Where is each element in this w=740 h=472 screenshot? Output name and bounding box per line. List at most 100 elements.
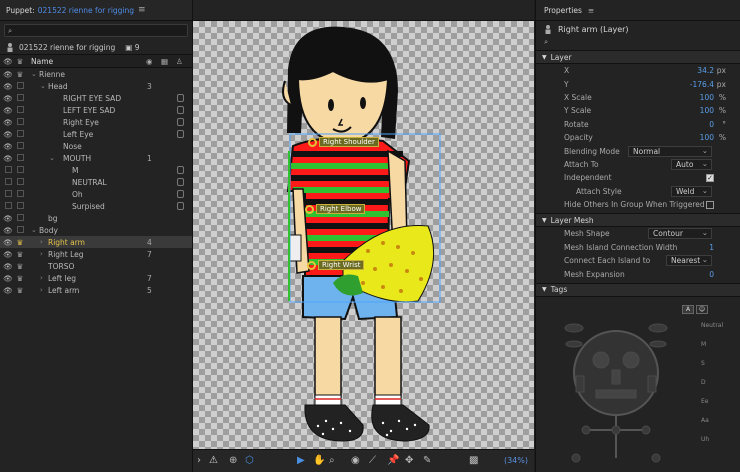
right-wrist-handle[interactable]: Right Wrist <box>307 260 365 270</box>
eye-icon[interactable]: 👁 <box>3 118 13 127</box>
layer-row[interactable]: NEUTRAL <box>0 176 192 188</box>
chevron-down-icon[interactable]: ⌄ <box>31 226 37 234</box>
stage-canvas[interactable]: Right Shoulder Right Elbow Right Wrist <box>193 21 534 449</box>
layer-row[interactable]: 👁 ⌄ MOUTH 1 <box>0 152 192 164</box>
search-icon[interactable]: ⌕ <box>536 37 740 50</box>
layer-row[interactable]: 👁 ⌄ Head 3 <box>0 80 192 92</box>
draw-tool-icon[interactable]: ✎ <box>423 455 431 466</box>
chevron-right-icon[interactable]: › <box>40 238 43 246</box>
tag-item[interactable]: Neutral <box>701 322 723 329</box>
layer-section-header[interactable]: ▼ Layer <box>536 50 740 64</box>
crown-box[interactable] <box>15 225 25 235</box>
independent-checkbox[interactable]: ✓ <box>706 173 714 182</box>
chevron-down-icon[interactable]: ⌄ <box>31 70 37 78</box>
trigger-icon[interactable] <box>177 94 184 102</box>
layer-row[interactable]: 👁 Right Eye <box>0 116 192 128</box>
trigger-icon[interactable] <box>177 178 184 186</box>
crown-icon[interactable]: ♛ <box>15 274 25 283</box>
crown-box[interactable] <box>15 153 25 163</box>
tag-item[interactable]: M <box>701 341 706 348</box>
layer-row[interactable]: 👁 ♛ TORSO <box>0 260 192 272</box>
zoom-tool-icon[interactable]: ⌕ <box>329 455 335 466</box>
crown-icon[interactable]: ♛ <box>15 70 25 79</box>
name-column-header[interactable]: Name <box>31 57 53 66</box>
layer-row[interactable]: M <box>0 164 192 176</box>
hand-tool-icon[interactable]: ✋ <box>313 455 325 466</box>
trigger-icon[interactable] <box>177 166 184 174</box>
tag-face-button[interactable]: ☺ <box>696 305 708 314</box>
visibility-box[interactable] <box>3 165 13 175</box>
tag-item[interactable]: S <box>701 360 705 367</box>
layer-row[interactable]: 👁 ♛ › Left leg 7 <box>0 272 192 284</box>
trigger-icon[interactable] <box>177 106 184 114</box>
crown-icon[interactable]: ♛ <box>15 238 25 247</box>
crown-box[interactable] <box>15 201 25 211</box>
eye-icon[interactable]: 👁 <box>3 214 13 223</box>
chevron-right-icon[interactable]: › <box>40 250 43 258</box>
right-shoulder-handle[interactable]: Right Shoulder <box>308 137 379 147</box>
layer-row[interactable]: 👁 ♛ › Right Leg 7 <box>0 248 192 260</box>
tag-item[interactable]: D <box>701 379 706 386</box>
crown-box[interactable] <box>15 189 25 199</box>
mesh-expansion-value[interactable]: 0 <box>709 270 714 279</box>
layer-row[interactable]: 👁 ♛ › Right arm 4 <box>0 236 192 248</box>
eye-icon[interactable]: 👁 <box>3 262 13 271</box>
panel-menu-icon[interactable]: ≡ <box>588 6 594 15</box>
property-value[interactable]: 0 <box>709 120 714 129</box>
layer-row[interactable]: 👁 Nose <box>0 140 192 152</box>
crown-box[interactable] <box>15 105 25 115</box>
dragger-tool-icon[interactable]: ✥ <box>405 455 413 466</box>
mesh-icon[interactable]: ⬡ <box>245 455 254 466</box>
property-value[interactable]: -176.4 <box>690 80 714 89</box>
layer-row[interactable]: 👁 bg <box>0 212 192 224</box>
properties-tab[interactable]: Properties ≡ <box>536 0 740 21</box>
trigger-icon[interactable] <box>177 190 184 198</box>
eye-icon[interactable]: 👁 <box>3 94 13 103</box>
trigger-icon[interactable] <box>177 118 184 126</box>
eye-icon[interactable]: 👁 <box>3 57 13 66</box>
layer-row[interactable]: 👁 RIGHT EYE SAD <box>0 92 192 104</box>
chevron-down-icon[interactable]: ⌄ <box>40 82 46 90</box>
crown-icon[interactable]: ♛ <box>15 286 25 295</box>
eye-icon[interactable]: 👁 <box>3 106 13 115</box>
crown-box[interactable] <box>15 177 25 187</box>
mesh-shape-dropdown[interactable]: Contour <box>648 228 712 240</box>
crown-box[interactable] <box>15 141 25 151</box>
trigger-icon[interactable] <box>177 202 184 210</box>
layer-row[interactable]: 👁 ♛ › Left arm 5 <box>0 284 192 296</box>
origin-icon[interactable]: ⊕ <box>229 455 237 466</box>
visibility-box[interactable] <box>3 201 13 211</box>
crown-box[interactable] <box>15 129 25 139</box>
expand-icon[interactable]: › <box>197 455 201 466</box>
hide-others-checkbox[interactable] <box>706 200 714 209</box>
tag-item[interactable]: Ee <box>701 398 708 405</box>
attach-to-dropdown[interactable]: Auto <box>671 158 712 170</box>
chevron-down-icon[interactable]: ⌄ <box>49 154 55 162</box>
crown-icon[interactable]: ♛ <box>15 57 25 66</box>
crown-box[interactable] <box>15 81 25 91</box>
eye-icon[interactable]: 👁 <box>3 142 13 151</box>
chevron-right-icon[interactable]: › <box>40 274 43 282</box>
tags-section-header[interactable]: ▼ Tags <box>536 282 740 297</box>
warning-icon[interactable]: ⚠ <box>209 455 218 466</box>
crown-box[interactable] <box>15 93 25 103</box>
connect-island-dropdown[interactable]: Nearest <box>666 255 712 267</box>
eye-icon[interactable]: 👁 <box>3 286 13 295</box>
select-tool-icon[interactable]: ▶ <box>297 455 305 466</box>
zoom-level[interactable]: (34%) <box>504 456 528 465</box>
right-elbow-handle[interactable]: Right Elbow <box>305 204 366 214</box>
eye-icon[interactable]: 👁 <box>3 82 13 91</box>
mesh-island-value[interactable]: 1 <box>709 243 714 252</box>
visibility-box[interactable] <box>3 177 13 187</box>
trigger-column-icon[interactable]: ▦ <box>161 57 168 66</box>
search-input[interactable]: ⌕ <box>4 24 188 37</box>
puppet-tab[interactable]: Puppet: 021522 rienne for rigging ≡ <box>0 0 192 21</box>
layer-row[interactable]: 👁 Left Eye <box>0 128 192 140</box>
checkerboard-icon[interactable]: ▩ <box>469 455 478 466</box>
handle-tool-icon[interactable]: ◉ <box>351 455 360 466</box>
eye-icon[interactable]: 👁 <box>3 250 13 259</box>
eye-icon[interactable]: 👁 <box>3 130 13 139</box>
crown-icon[interactable]: ♛ <box>15 262 25 271</box>
layer-row[interactable]: Surpised <box>0 200 192 212</box>
tag-alpha-button[interactable]: A <box>682 305 694 314</box>
